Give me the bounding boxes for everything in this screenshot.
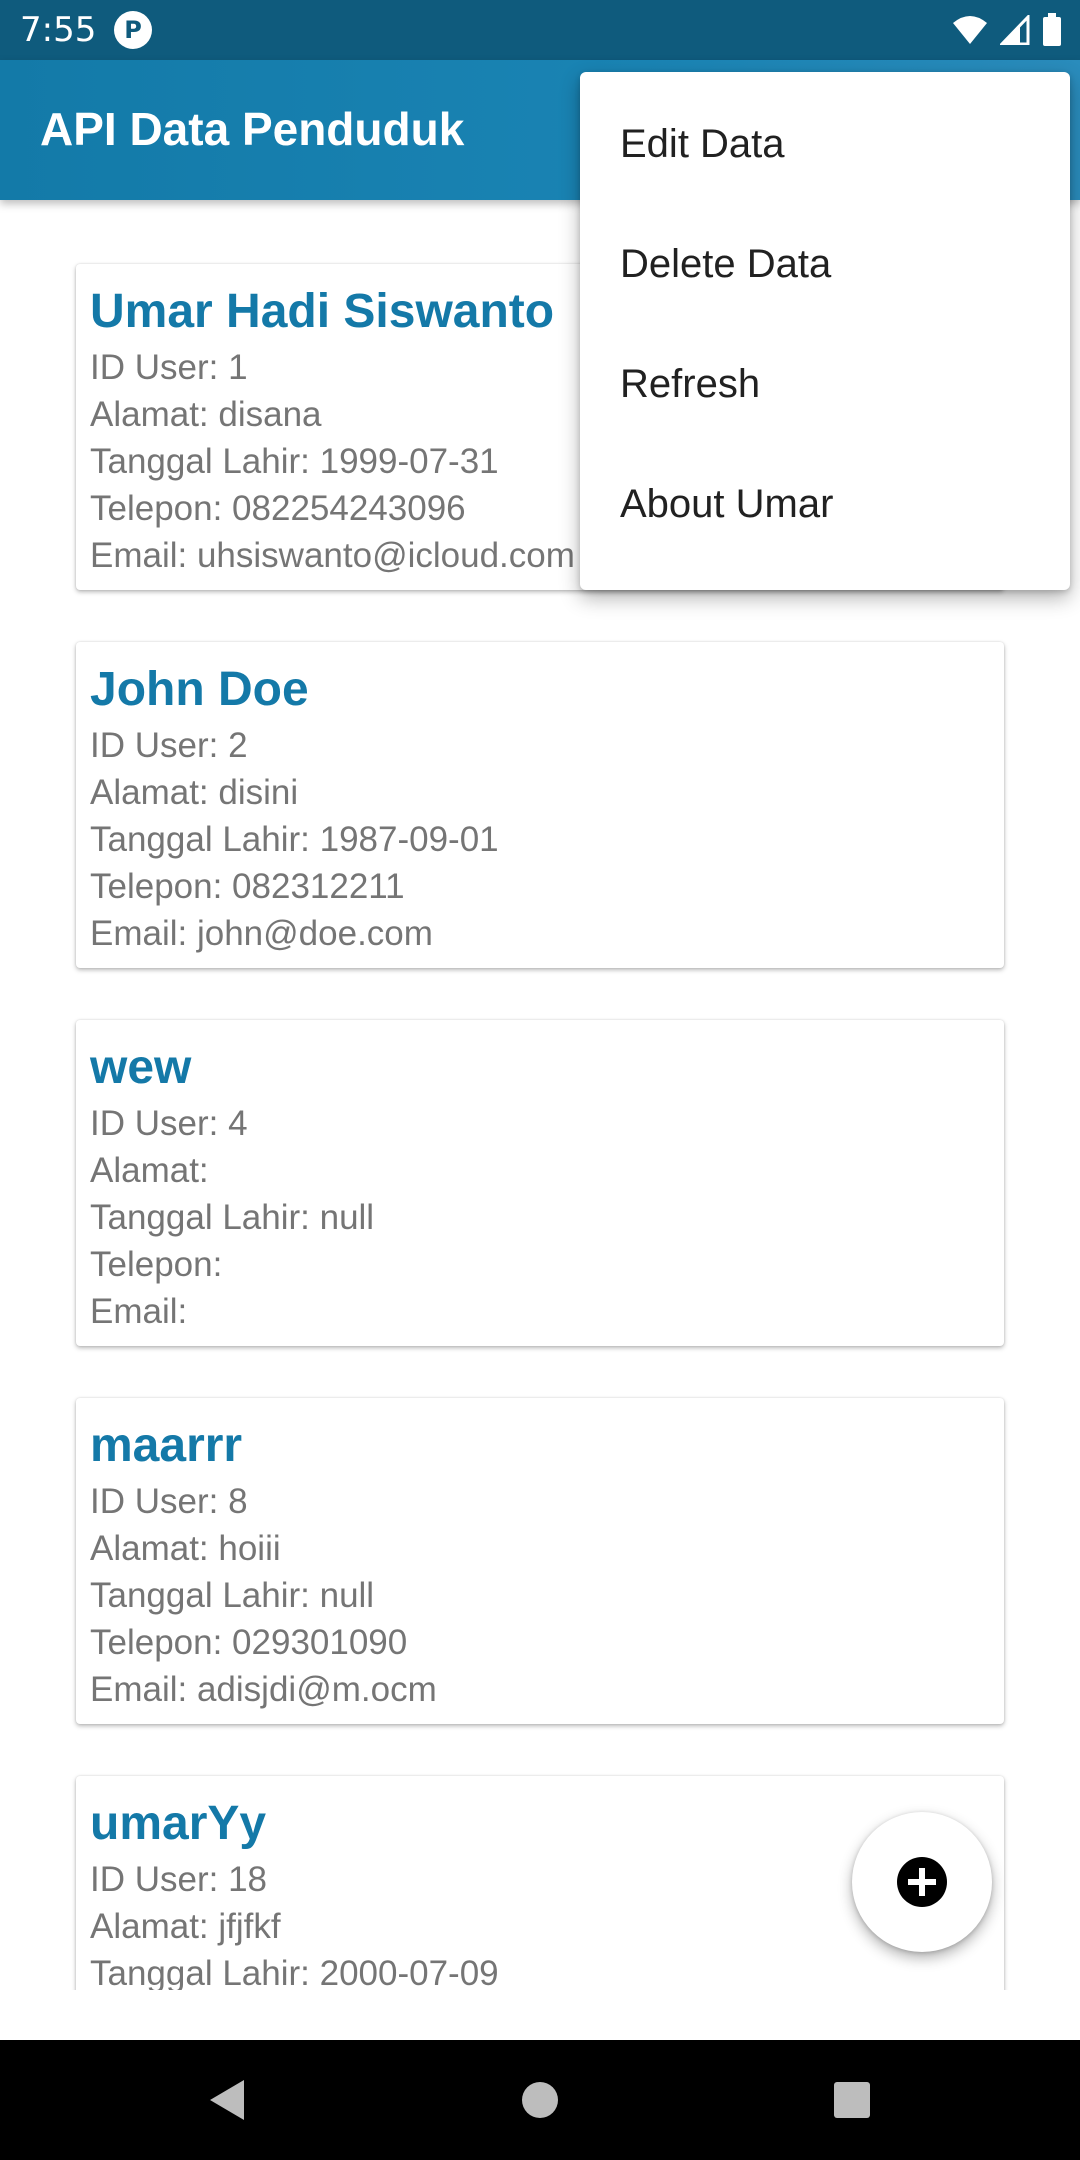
record-address: Alamat: [90,1151,209,1190]
record-address: Alamat: jfjfkf [90,1907,281,1946]
add-circle-icon [897,1857,947,1907]
record-card[interactable]: wew ID User: 4 Alamat: Tanggal Lahir: nu… [76,1020,1004,1346]
record-address: Alamat: hoiii [90,1529,281,1568]
record-email: Email: adisjdi@m.ocm [90,1670,437,1709]
record-id: ID User: 8 [90,1482,248,1521]
home-icon [522,2082,558,2118]
menu-item-about[interactable]: About Umar [580,444,1070,564]
status-time: 7:55 [20,10,97,50]
menu-item-delete-data[interactable]: Delete Data [580,204,1070,324]
record-id: ID User: 2 [90,726,248,765]
menu-item-edit-data[interactable]: Edit Data [580,84,1070,204]
record-birth-date: Tanggal Lahir: 2000-07-09 [90,1954,499,1990]
menu-item-refresh[interactable]: Refresh [580,324,1070,444]
navigation-bar [0,2040,1080,2160]
record-birth-date: Tanggal Lahir: 1987-09-01 [90,820,499,859]
recents-icon [834,2082,870,2118]
record-phone: Telepon: [90,1245,223,1284]
record-email: Email: [90,1292,188,1331]
status-bar: 7:55 P [0,0,1080,60]
record-card[interactable]: maarrr ID User: 8 Alamat: hoiii Tanggal … [76,1398,1004,1724]
overflow-menu: Edit Data Delete Data Refresh About Umar [580,72,1070,590]
record-name: umarYy [90,1797,267,1850]
record-email: Email: john@doe.com [90,914,433,953]
record-phone: Telepon: 082312211 [90,867,405,906]
record-name: John Doe [90,663,309,716]
wifi-icon [953,16,987,44]
add-record-button[interactable] [852,1812,992,1952]
notification-app-icon: P [114,11,152,49]
record-address: Alamat: disini [90,773,299,812]
record-phone: Telepon: 029301090 [90,1623,408,1662]
status-icons [952,12,1062,48]
record-name: maarrr [90,1419,243,1472]
record-card[interactable]: John Doe ID User: 2 Alamat: disini Tangg… [76,642,1004,968]
record-birth-date: Tanggal Lahir: null [90,1576,375,1615]
record-id: ID User: 4 [90,1104,248,1143]
nav-recents-button[interactable] [792,2040,912,2160]
back-icon [210,2080,244,2120]
nav-back-button[interactable] [166,2040,286,2160]
nav-home-button[interactable] [480,2040,600,2160]
app-title: API Data Penduduk [40,103,465,155]
battery-icon [1043,13,1061,46]
record-birth-date: Tanggal Lahir: null [90,1198,375,1237]
cell-signal-icon [1000,15,1030,45]
record-name: wew [90,1041,192,1094]
